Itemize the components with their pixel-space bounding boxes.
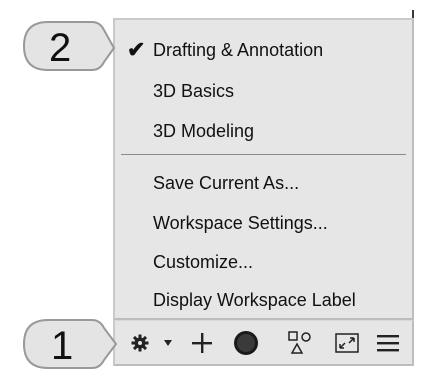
menu-item-3d-modeling[interactable]: 3D Modeling	[115, 111, 412, 151]
status-bar	[113, 320, 414, 366]
menu-item-save-current-as[interactable]: Save Current As...	[115, 163, 412, 203]
menu-item-label: 3D Basics	[153, 80, 235, 101]
menu-item-label: 3D Modeling	[153, 120, 255, 141]
menu-item-label: Workspace Settings...	[153, 212, 328, 233]
menu-item-label: Drafting & Annotation	[153, 39, 324, 60]
menu-item-label: Display Workspace Label	[153, 289, 356, 310]
callout-number-2: 2	[49, 26, 72, 70]
menu-item-label: Customize...	[153, 251, 254, 272]
isolate-objects-icon[interactable]	[231, 327, 261, 359]
hamburger-menu-icon[interactable]	[375, 327, 401, 359]
menu-item-display-workspace-label[interactable]: Display Workspace Label	[115, 280, 412, 320]
menu-item-3d-basics[interactable]: 3D Basics	[115, 71, 412, 111]
menu-item-drafting-annotation[interactable]: ✔ Drafting & Annotation	[115, 30, 412, 70]
dropdown-arrow-icon[interactable]	[161, 327, 175, 359]
callout-number-1: 1	[51, 324, 74, 368]
fullscreen-icon[interactable]	[333, 327, 361, 359]
plus-icon[interactable]	[189, 327, 215, 359]
shapes-icon[interactable]	[286, 327, 314, 359]
menu-item-customize[interactable]: Customize...	[115, 242, 412, 282]
menu-separator	[121, 154, 406, 155]
workspace-menu: ✔ Drafting & Annotation 3D Basics 3D Mod…	[113, 18, 414, 320]
menu-item-label: Save Current As...	[153, 172, 300, 193]
menu-item-workspace-settings[interactable]: Workspace Settings...	[115, 203, 412, 243]
